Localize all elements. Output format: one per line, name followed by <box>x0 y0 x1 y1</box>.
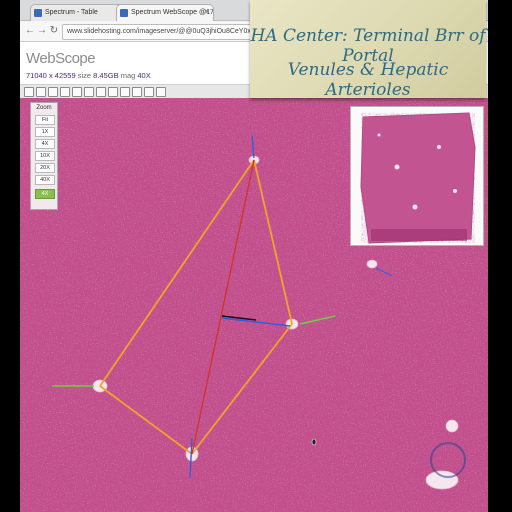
zoom-level-1x[interactable]: 1X <box>35 127 55 137</box>
pan-tool-icon[interactable] <box>24 87 34 97</box>
ellipse-tool-icon[interactable] <box>120 87 130 97</box>
zoom-panel: Zoom Fit 1X 4X 10X 20X 40X 4X <box>30 102 58 210</box>
size-label: size <box>77 71 92 80</box>
print-icon[interactable] <box>60 87 70 97</box>
zoom-level-fit[interactable]: Fit <box>35 115 55 125</box>
camera-icon[interactable] <box>144 87 154 97</box>
mag-label: mag <box>120 71 136 80</box>
tab-label: Spectrum - Table <box>45 9 98 16</box>
webscope-logo: WebScope <box>26 50 96 67</box>
slide-viewer[interactable]: Zoom Fit 1X 4X 10X 20X 40X 4X <box>20 98 488 512</box>
slide-dimensions: 71040 x 42559 <box>26 71 76 80</box>
favicon-icon <box>34 9 42 17</box>
zoom-level-20x[interactable]: 20X <box>35 163 55 173</box>
slide-info: 71040 x 42559 size 8.45GB mag 40X <box>26 71 151 80</box>
back-arrow-icon[interactable]: ← <box>24 25 36 37</box>
zoom-title: Zoom <box>36 105 52 111</box>
thumbnail-image <box>351 107 483 245</box>
save-icon[interactable] <box>48 87 58 97</box>
text-tool-icon[interactable] <box>132 87 142 97</box>
zoom-current-level: 4X <box>35 189 55 199</box>
annotation-banner: HA Center: Terminal Brr of Portal Venule… <box>250 0 486 100</box>
pen-tool-icon[interactable] <box>96 87 106 97</box>
zoom-level-10x[interactable]: 10X <box>35 151 55 161</box>
rectangle-tool-icon[interactable] <box>108 87 118 97</box>
arrow-tool-icon[interactable] <box>84 87 94 97</box>
slide-thumbnail[interactable] <box>350 106 484 246</box>
close-icon[interactable]: ✕ <box>204 5 210 21</box>
banner-title-line2: Venules & Hepatic Arterioles <box>287 60 449 100</box>
forward-arrow-icon[interactable]: → <box>36 25 48 37</box>
mag-value: 40X <box>137 71 151 80</box>
zoom-level-40x[interactable]: 40X <box>35 175 55 185</box>
tab-webscope[interactable]: Spectrum WebScope @17 ✕ <box>116 4 214 21</box>
watermark-logo <box>430 442 466 478</box>
zoom-level-4x[interactable]: 4X <box>35 139 55 149</box>
favicon-icon <box>120 9 128 17</box>
settings-icon[interactable] <box>156 87 166 97</box>
reload-icon[interactable]: ↻ <box>48 25 60 37</box>
tab-label: Spectrum WebScope @17 <box>131 9 214 16</box>
size-value: 8.45GB <box>93 71 119 80</box>
ruler-icon[interactable] <box>72 87 82 97</box>
zoom-tool-icon[interactable] <box>36 87 46 97</box>
